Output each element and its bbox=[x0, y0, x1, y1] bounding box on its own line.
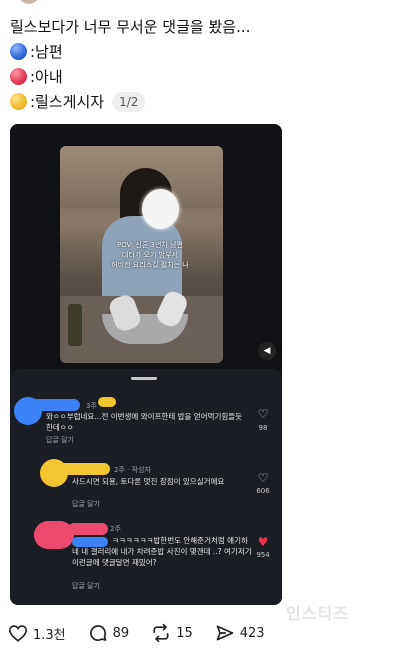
jar bbox=[68, 304, 82, 346]
heart-icon bbox=[8, 625, 28, 642]
repost-count-label: 15 bbox=[176, 625, 193, 641]
blurred-face bbox=[142, 189, 179, 229]
like-count: 954 bbox=[256, 551, 270, 559]
comment-time: 2주 · 작성자 bbox=[114, 466, 151, 474]
commenter-name-redacted[interactable] bbox=[50, 463, 110, 475]
comment-text: 와ㅇㅇ부럽네요...전 이번생에 와이프한테 밥을 얻어먹기힘들듯한데ㅇㅇ bbox=[46, 412, 243, 432]
heart-outline-icon[interactable]: ♡ bbox=[256, 471, 270, 485]
post-body: 릴스보다가 너무 무서운 댓글을 봤음... :남편 :아내 :릴스게시자 1/… bbox=[10, 14, 408, 114]
comment-text: 사드시면 되용, 토다론 멋진 장점이 있으실거에요 bbox=[72, 477, 225, 486]
send-icon bbox=[216, 625, 234, 641]
image-counter-badge: 1/2 bbox=[112, 91, 146, 112]
post-image[interactable]: POV: 신혼 3년차 남편 대타가 오기 방부서 허비한 요리스킬 펼치는 나… bbox=[10, 124, 282, 605]
legend-wife: :아내 bbox=[10, 64, 408, 89]
red-circle-icon bbox=[10, 68, 27, 85]
reply-button[interactable]: 답글 달기 bbox=[46, 435, 74, 445]
heart-filled-icon[interactable]: ♥ bbox=[256, 535, 270, 549]
reels-video-area: POV: 신혼 3년차 남편 대타가 오기 방부서 허비한 요리스킬 펼치는 나… bbox=[10, 124, 282, 369]
reply-button[interactable]: 답글 달기 bbox=[72, 581, 100, 591]
post-action-bar: 1.3천 89 15 423 bbox=[8, 622, 287, 644]
comment-time: 2주 bbox=[110, 525, 121, 533]
comment-item: 3주 와ㅇㅇ부럽네요...전 이번생에 와이프한테 밥을 얻어먹기힘들듯한데ㅇㅇ… bbox=[10, 395, 282, 459]
comment-count-label: 89 bbox=[112, 625, 130, 641]
share-count-label: 423 bbox=[239, 625, 265, 641]
post-title: 릴스보다가 너무 무서운 댓글을 봤음... bbox=[10, 17, 251, 36]
reaction-redacted bbox=[98, 397, 116, 407]
comment-time: 3주 bbox=[86, 402, 97, 410]
video-caption: POV: 신혼 3년차 남편 대타가 오기 방부서 허비한 요리스킬 펼치는 나 bbox=[111, 241, 189, 269]
site-watermark: 인스티즈 bbox=[286, 604, 349, 623]
like-count: 606 bbox=[256, 487, 270, 495]
like-button[interactable]: 1.3천 bbox=[8, 624, 66, 643]
blue-circle-icon bbox=[10, 43, 27, 60]
comment-item: 2주 ㅋㅋㅋㅋㅋㅋ밥한번도 안해준거처럼 얘기하네 내 갤러리에 내가 차려준밥… bbox=[10, 517, 282, 603]
comment-bubble-icon bbox=[89, 625, 106, 641]
like-count-label: 1.3천 bbox=[33, 627, 66, 643]
legend-husband: :남편 bbox=[10, 39, 408, 64]
like-count: 98 bbox=[258, 424, 268, 432]
comments-sheet: 3주 와ㅇㅇ부럽네요...전 이번생에 와이프한테 밥을 얻어먹기힘들듯한데ㅇㅇ… bbox=[10, 369, 282, 605]
mute-toggle-button[interactable]: ◀ bbox=[258, 342, 276, 360]
comment-button[interactable]: 89 bbox=[88, 623, 130, 643]
sheet-drag-handle[interactable] bbox=[131, 377, 157, 380]
commenter-name-redacted[interactable] bbox=[68, 523, 108, 535]
commenter-name-redacted[interactable] bbox=[24, 399, 80, 411]
speaker-icon: ◀ bbox=[263, 346, 271, 356]
repost-icon bbox=[153, 623, 169, 643]
comment-item: 2주 · 작성자 사드시면 되용, 토다론 멋진 장점이 있으실거에요 답글 달… bbox=[10, 457, 282, 517]
reels-video[interactable]: POV: 신혼 3년차 남편 대타가 오기 방부서 허비한 요리스킬 펼치는 나 bbox=[60, 146, 223, 363]
legend-poster: :릴스게시자 1/2 bbox=[10, 89, 408, 114]
heart-outline-icon[interactable]: ♡ bbox=[256, 407, 270, 421]
yellow-circle-icon bbox=[10, 93, 27, 110]
share-button[interactable]: 423 bbox=[215, 623, 265, 643]
author-avatar[interactable] bbox=[18, 0, 40, 4]
reply-button[interactable]: 답글 달기 bbox=[72, 499, 100, 509]
repost-button[interactable]: 15 bbox=[151, 623, 193, 643]
comment-text: ㅋㅋㅋㅋㅋㅋ밥한번도 안해준거처럼 얘기하네 내 갤러리에 내가 차려준밥 사진… bbox=[72, 536, 252, 567]
